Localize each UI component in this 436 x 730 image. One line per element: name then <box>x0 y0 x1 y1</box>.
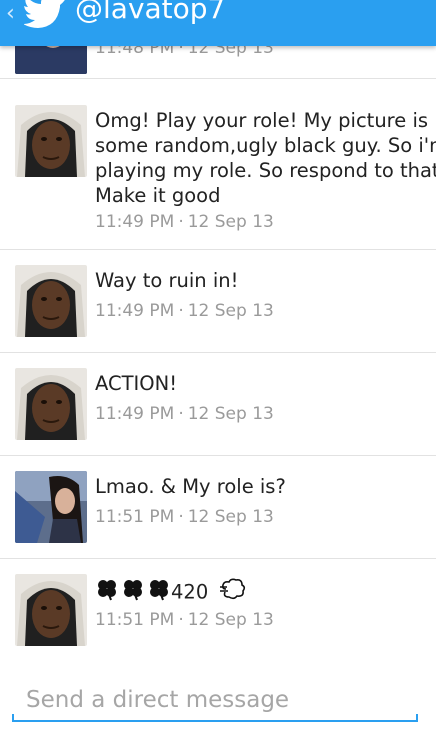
message-text: Way to ruin in! <box>95 269 239 292</box>
message-timestamp: 11:51 PM · 12 Sep 13 <box>95 610 274 630</box>
four-leaf-clover-icon <box>147 577 171 607</box>
message-timestamp: 11:49 PM · 12 Sep 13 <box>95 212 274 232</box>
four-leaf-clover-icon <box>95 577 119 607</box>
message-item: Omg! Play your role! My picture is some … <box>0 78 436 250</box>
avatar[interactable] <box>15 105 87 177</box>
app-header: ‹ @lavatop7 <box>0 0 436 46</box>
message-timestamp: 11:51 PM · 12 Sep 13 <box>95 507 274 527</box>
message-text: ACTION! <box>95 372 178 395</box>
twitter-bird-icon[interactable] <box>23 0 68 28</box>
message-timestamp: 11:49 PM · 12 Sep 13 <box>95 301 274 321</box>
avatar[interactable] <box>15 265 87 337</box>
avatar[interactable] <box>15 368 87 440</box>
message-text: Lmao. & My role is? <box>95 475 286 498</box>
message-item: 420 11:51 PM · 12 Sep 13 <box>0 559 436 663</box>
message-text: Omg! Play your role! My picture is some … <box>95 109 436 207</box>
puff-of-smoke-icon <box>220 578 246 606</box>
message-item: ACTION! 11:49 PM · 12 Sep 13 <box>0 353 436 456</box>
direct-message-composer <box>12 680 418 722</box>
avatar[interactable] <box>15 471 87 543</box>
avatar[interactable] <box>15 574 87 646</box>
direct-message-input[interactable] <box>24 682 408 718</box>
message-text: 420 <box>95 577 432 607</box>
message-item: Lmao. & My role is? 11:51 PM · 12 Sep 13 <box>0 456 436 559</box>
input-underline-left <box>12 714 14 722</box>
conversation-handle: @lavatop7 <box>75 0 226 25</box>
message-item: Way to ruin in! 11:49 PM · 12 Sep 13 <box>0 250 436 353</box>
four-leaf-clover-icon <box>121 577 145 607</box>
back-button[interactable]: ‹ <box>6 2 15 26</box>
message-timestamp: 11:49 PM · 12 Sep 13 <box>95 404 274 424</box>
input-underline-right <box>416 714 418 722</box>
